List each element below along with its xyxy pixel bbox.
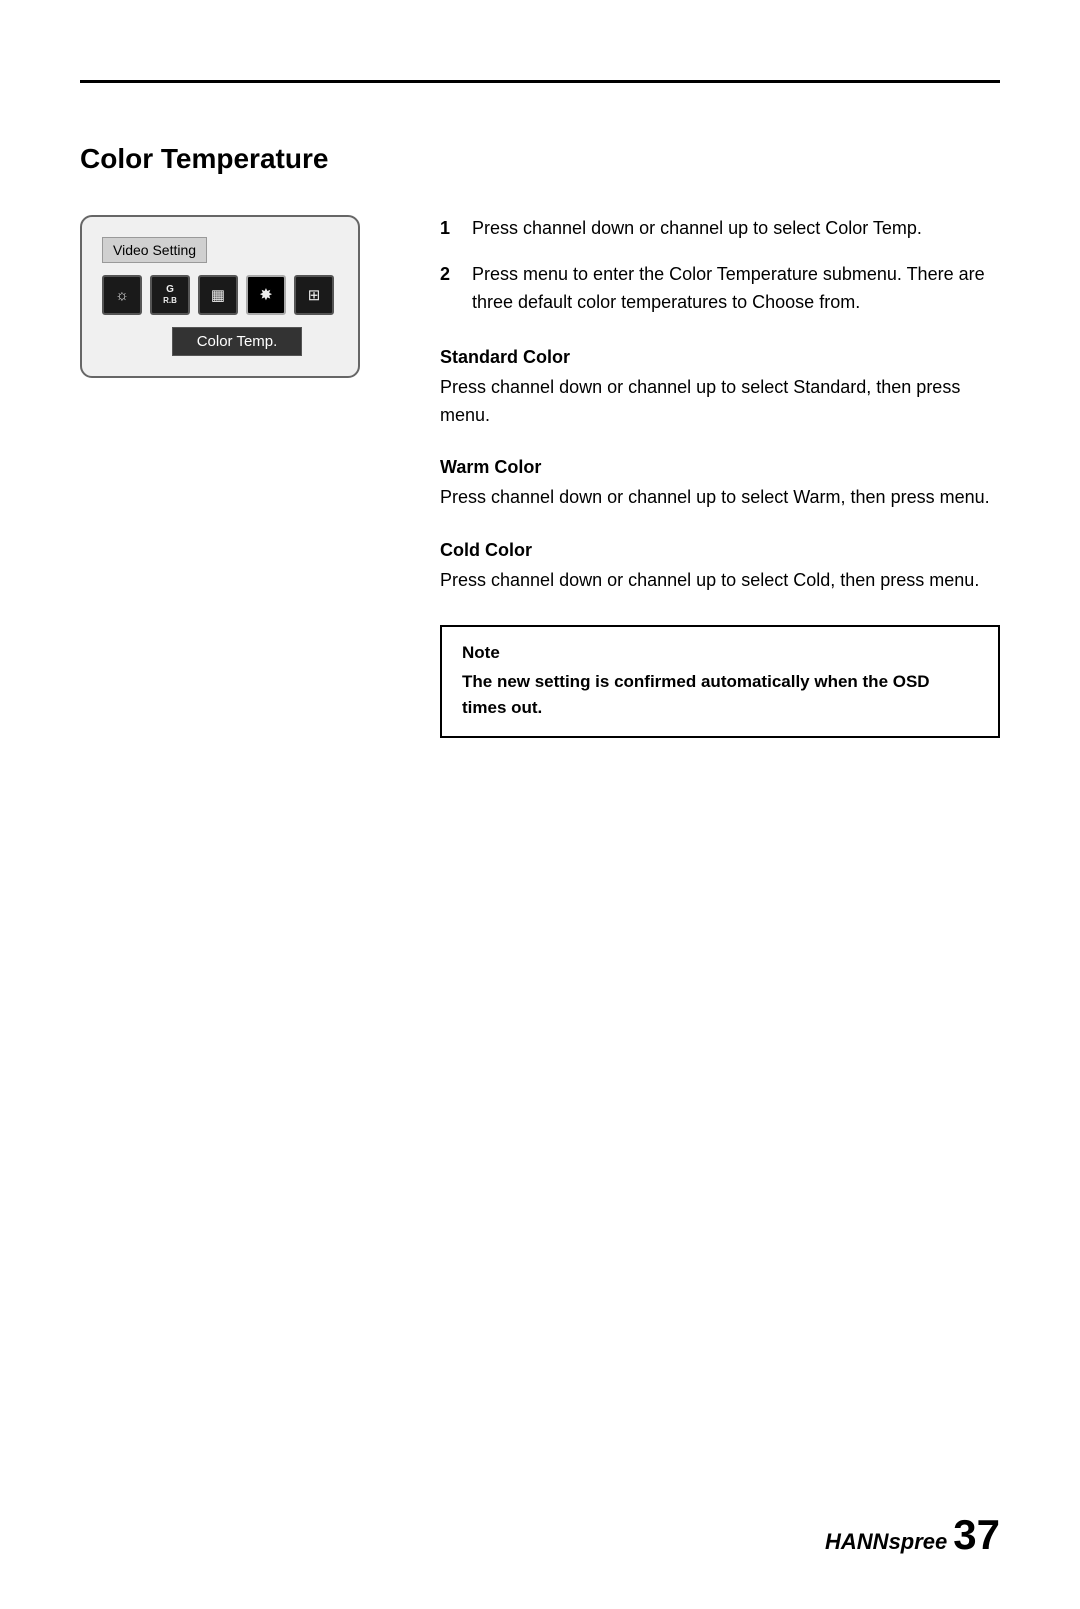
step-2-number: 2 [440, 261, 460, 317]
note-label: Note [462, 643, 978, 663]
osd-menu-label: Video Setting [102, 237, 207, 263]
page-title: Color Temperature [80, 143, 1000, 175]
subsection-standard-title: Standard Color [440, 347, 1000, 368]
step-1-number: 1 [440, 215, 460, 243]
subsection-warm: Warm Color Press channel down or channel… [440, 457, 1000, 512]
steps-list: 1 Press channel down or channel up to se… [440, 215, 1000, 317]
subsection-cold: Cold Color Press channel down or channel… [440, 540, 1000, 595]
step-1-text: Press channel down or channel up to sele… [472, 215, 922, 243]
osd-icon-brightness: ☼ [102, 275, 142, 315]
subsection-standard: Standard Color Press channel down or cha… [440, 347, 1000, 430]
note-text: The new setting is confirmed automatical… [462, 669, 978, 720]
osd-box: Video Setting ☼ GR.B ▦ [80, 215, 360, 378]
subsection-cold-text: Press channel down or channel up to sele… [440, 567, 1000, 595]
page-number: 37 [953, 1511, 1000, 1559]
osd-icons-row: ☼ GR.B ▦ ✸ ⊞ [102, 275, 338, 315]
osd-icon-contrast: ▦ [198, 275, 238, 315]
step-2-text: Press menu to enter the Color Temperatur… [472, 261, 1000, 317]
page-footer: HANNspree 37 [825, 1511, 1000, 1559]
subsection-warm-text: Press channel down or channel up to sele… [440, 484, 1000, 512]
osd-illustration: Video Setting ☼ GR.B ▦ [80, 215, 380, 378]
osd-icon-extra: ⊞ [294, 275, 334, 315]
subsection-cold-title: Cold Color [440, 540, 1000, 561]
subsection-standard-text: Press channel down or channel up to sele… [440, 374, 1000, 430]
step-2: 2 Press menu to enter the Color Temperat… [440, 261, 1000, 317]
instructions-column: 1 Press channel down or channel up to se… [440, 215, 1000, 738]
osd-icon-color: ✸ [246, 275, 286, 315]
osd-icon-gb: GR.B [150, 275, 190, 315]
step-1: 1 Press channel down or channel up to se… [440, 215, 1000, 243]
brand-hann: HANNspree [825, 1529, 947, 1555]
note-box: Note The new setting is confirmed automa… [440, 625, 1000, 738]
osd-selected-label: Color Temp. [172, 327, 302, 356]
subsection-warm-title: Warm Color [440, 457, 1000, 478]
